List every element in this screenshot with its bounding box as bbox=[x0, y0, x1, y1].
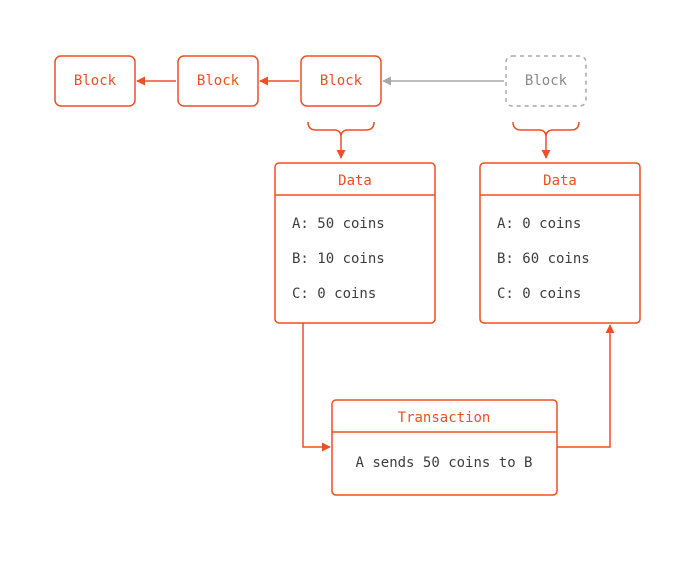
bracket-block4 bbox=[513, 122, 579, 158]
block-3-label: Block bbox=[320, 73, 363, 89]
data-right-row-c: C: 0 coins bbox=[497, 286, 581, 302]
transaction-box: Transaction A sends 50 coins to B bbox=[332, 400, 557, 495]
block-1-label: Block bbox=[74, 73, 117, 89]
data-left-title: Data bbox=[338, 173, 372, 189]
data-box-left: Data A: 50 coins B: 10 coins C: 0 coins bbox=[275, 163, 435, 323]
data-box-right: Data A: 0 coins B: 60 coins C: 0 coins bbox=[480, 163, 640, 323]
data-right-row-b: B: 60 coins bbox=[497, 251, 590, 267]
transaction-body: A sends 50 coins to B bbox=[355, 455, 532, 471]
arrow-transaction-to-data bbox=[557, 325, 610, 447]
block-2-label: Block bbox=[197, 73, 240, 89]
data-left-row-a: A: 50 coins bbox=[292, 216, 385, 232]
block-1: Block bbox=[55, 56, 135, 106]
data-left-row-c: C: 0 coins bbox=[292, 286, 376, 302]
arrow-data-to-transaction bbox=[303, 323, 330, 447]
block-4-pending: Block bbox=[506, 56, 586, 106]
transaction-title: Transaction bbox=[398, 410, 491, 426]
block-4-label: Block bbox=[525, 73, 568, 89]
bracket-block3 bbox=[308, 122, 374, 158]
data-right-title: Data bbox=[543, 173, 577, 189]
data-right-row-a: A: 0 coins bbox=[497, 216, 581, 232]
block-2: Block bbox=[178, 56, 258, 106]
data-left-row-b: B: 10 coins bbox=[292, 251, 385, 267]
block-3: Block bbox=[301, 56, 381, 106]
